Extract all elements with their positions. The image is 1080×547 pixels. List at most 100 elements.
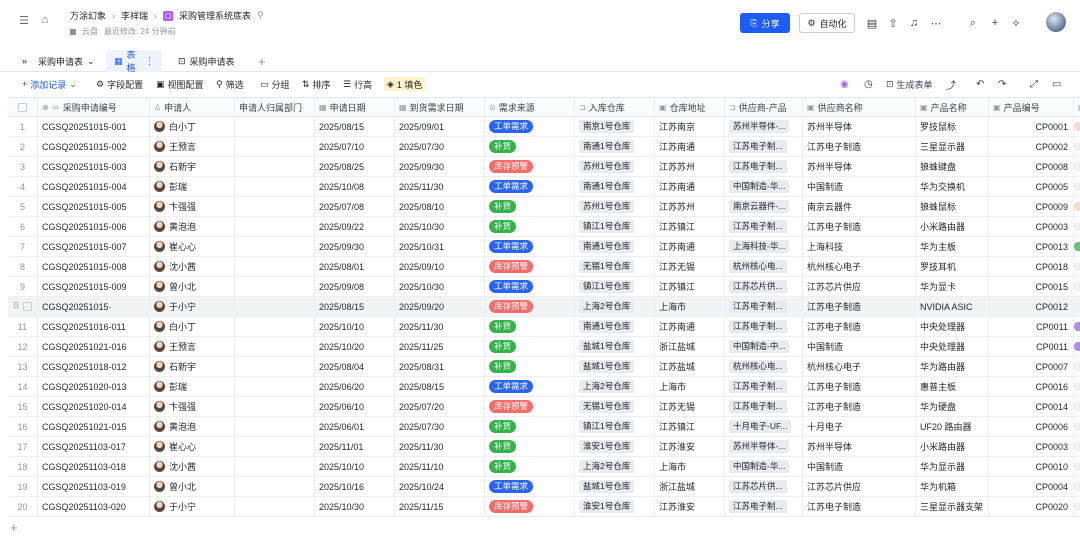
cell-sup[interactable]: 江苏电子制造: [803, 397, 916, 416]
cell-code[interactable]: CP0013: [989, 237, 1074, 256]
cell-date[interactable]: 2025/09/22: [315, 217, 395, 236]
cell-src[interactable]: 工单需求: [485, 477, 575, 496]
cell-id[interactable]: CGSQ20251103-018: [38, 457, 150, 476]
cell-due[interactable]: 2025/08/31: [395, 357, 485, 376]
cell-sp[interactable]: 上海科技-华...: [725, 237, 803, 256]
cell-sp[interactable]: 杭州核心电...: [725, 257, 803, 276]
cell-due[interactable]: 2025/09/10: [395, 257, 485, 276]
cell-id[interactable]: CGSQ20251015-001: [38, 117, 150, 136]
cell-prod[interactable]: 华为主板: [916, 237, 989, 256]
cell-sup[interactable]: 江苏电子制造: [803, 497, 916, 516]
cell-date[interactable]: 2025/08/04: [315, 357, 395, 376]
cell-person[interactable]: 沈小茜: [150, 257, 235, 276]
cell-src[interactable]: 补货: [485, 217, 575, 236]
cell-dept[interactable]: [235, 297, 315, 316]
cell-sup[interactable]: 杭州核心电子: [803, 257, 916, 276]
cell-src[interactable]: 工单需求: [485, 277, 575, 296]
cell-addr[interactable]: 江苏南通: [655, 137, 725, 156]
cell-n[interactable]: 15: [8, 397, 38, 416]
cell-due[interactable]: 2025/07/30: [395, 417, 485, 436]
cell-dept[interactable]: [235, 377, 315, 396]
cell-person[interactable]: 王预言: [150, 337, 235, 356]
cell-person[interactable]: 白小丁: [150, 117, 235, 136]
cell-src[interactable]: 库存预警: [485, 157, 575, 176]
cell-date[interactable]: 2025/08/25: [315, 157, 395, 176]
notes-icon[interactable]: ▤: [865, 16, 879, 30]
cell-src[interactable]: 库存预警: [485, 297, 575, 316]
cell-prod[interactable]: 华为显示器: [916, 457, 989, 476]
user-avatar[interactable]: [1046, 12, 1066, 32]
cell-date[interactable]: 2025/10/10: [315, 317, 395, 336]
expand-icon[interactable]: ⤢: [1030, 78, 1038, 90]
cell-code[interactable]: CP0011: [989, 317, 1074, 336]
table-row[interactable]: 14 CGSQ20251020-013 彭瑞 2025/06/20 2025/08/15…: [8, 377, 1080, 397]
tab-purchase-requests[interactable]: 采购申请表 ⌄: [30, 50, 103, 72]
cell-person[interactable]: 卞强强: [150, 197, 235, 216]
cell-person[interactable]: 于小宁: [150, 297, 235, 316]
cell-id[interactable]: CGSQ20251103-017: [38, 437, 150, 456]
cell-sup[interactable]: 江苏芯片供应: [803, 477, 916, 496]
cell-id[interactable]: CGSQ20251015-003: [38, 157, 150, 176]
cell-src[interactable]: 库存预警: [485, 497, 575, 516]
cell-person[interactable]: 白小丁: [150, 317, 235, 336]
menu-icon[interactable]: ☰: [17, 13, 31, 27]
cell-sup[interactable]: 中国制造: [803, 337, 916, 356]
cell-sp[interactable]: 江苏电子制...: [725, 217, 803, 236]
cell-date[interactable]: 2025/10/30: [315, 497, 395, 516]
cell-sp[interactable]: 江苏芯片供...: [725, 277, 803, 296]
cell-prod[interactable]: 狼蛛鼠标: [916, 197, 989, 216]
cell-prod[interactable]: NVIDIA ASIC: [916, 297, 989, 316]
cell-sp[interactable]: 江苏电子制...: [725, 137, 803, 156]
column-header-warehouse-address[interactable]: ▣ 仓库地址: [655, 98, 725, 117]
cell-id[interactable]: CGSQ20251015-004: [38, 177, 150, 196]
cell-prod[interactable]: 中央处理器: [916, 337, 989, 356]
cell-dept[interactable]: [235, 437, 315, 456]
cell-date[interactable]: 2025/10/16: [315, 477, 395, 496]
cell-n[interactable]: 2: [8, 137, 38, 156]
cell-prod[interactable]: 罗技耳机: [916, 257, 989, 276]
cell-code[interactable]: CP0003: [989, 437, 1074, 456]
cell-sp[interactable]: 苏州半导体-...: [725, 437, 803, 456]
cell-wh[interactable]: 南通1号仓库: [575, 137, 655, 156]
cell-date[interactable]: 2025/11/01: [315, 437, 395, 456]
column-header-warehouse[interactable]: ⊐ 入库仓库: [575, 98, 655, 117]
cell-prod[interactable]: 中央处理器: [916, 317, 989, 336]
cell-code[interactable]: CP0016: [989, 377, 1074, 396]
cell-code[interactable]: CP0008: [989, 157, 1074, 176]
cell-id[interactable]: CGSQ20251021-016: [38, 337, 150, 356]
cell-wh[interactable]: 南京1号仓库: [575, 117, 655, 136]
home-icon[interactable]: ⌂: [38, 13, 52, 27]
cell-src[interactable]: 补货: [485, 357, 575, 376]
cell-wh[interactable]: 盐城1号仓库: [575, 337, 655, 356]
fill-color-button[interactable]: ◈ 1 填色: [384, 77, 426, 91]
cell-prod[interactable]: 狼蛛键盘: [916, 157, 989, 176]
cell-sup[interactable]: 上海科技: [803, 237, 916, 256]
cell-addr[interactable]: 江苏无锡: [655, 257, 725, 276]
cell-due[interactable]: 2025/11/15: [395, 497, 485, 516]
reminder-icon[interactable]: ◷: [864, 78, 873, 90]
cell-dept[interactable]: [235, 197, 315, 216]
cell-person[interactable]: 石新宇: [150, 157, 235, 176]
cell-prod[interactable]: 华为硬盘: [916, 397, 989, 416]
cell-date[interactable]: 2025/10/20: [315, 337, 395, 356]
cell-due[interactable]: 2025/11/25: [395, 337, 485, 356]
cell-due[interactable]: 2025/10/30: [395, 277, 485, 296]
cell-dept[interactable]: [235, 277, 315, 296]
cell-wh[interactable]: 南通1号仓库: [575, 317, 655, 336]
cell-date[interactable]: 2025/06/10: [315, 397, 395, 416]
table-row[interactable]: 19 CGSQ20251103-019 曾小北 2025/10/16 2025/10/2…: [8, 477, 1080, 497]
cell-addr[interactable]: 江苏苏州: [655, 197, 725, 216]
generate-form-button[interactable]: ⊡ 生成表单: [886, 78, 933, 90]
cell-sup[interactable]: 江苏电子制造: [803, 217, 916, 236]
cell-sup[interactable]: 江苏电子制造: [803, 297, 916, 316]
cell-sp[interactable]: 江苏电子制...: [725, 317, 803, 336]
cell-wh[interactable]: 无锡1号仓库: [575, 397, 655, 416]
table-row[interactable]: 12 CGSQ20251021-016 王预言 2025/10/20 2025/11/2…: [8, 337, 1080, 357]
cell-prod[interactable]: 华为路由器: [916, 357, 989, 376]
cell-id[interactable]: CGSQ20251103-020: [38, 497, 150, 516]
table-row[interactable]: 11 CGSQ20251016-011 白小丁 2025/10/10 2025/11/3…: [8, 317, 1080, 337]
cell-date[interactable]: 2025/08/01: [315, 257, 395, 276]
cell-person[interactable]: 彭瑞: [150, 377, 235, 396]
cell-dept[interactable]: [235, 497, 315, 516]
cell-dept[interactable]: [235, 177, 315, 196]
